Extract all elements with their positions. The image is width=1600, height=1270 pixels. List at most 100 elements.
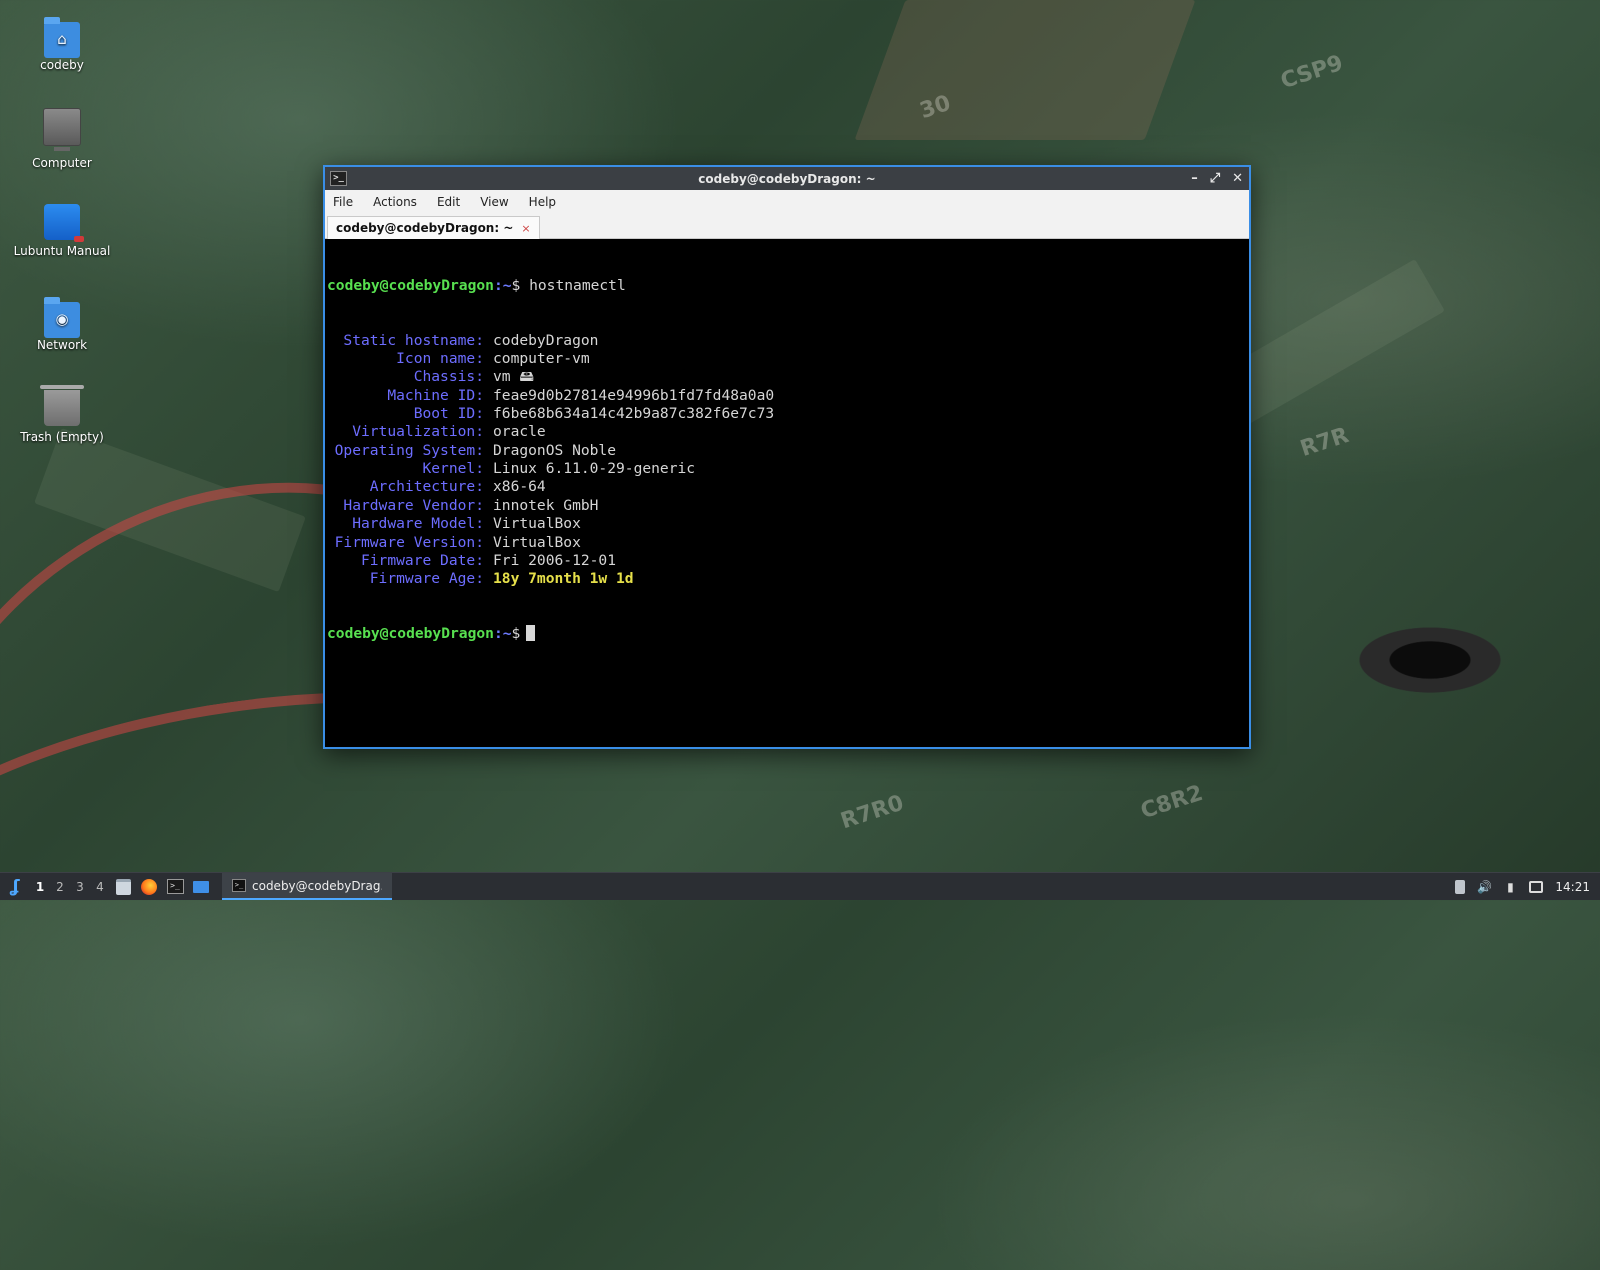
output-row: Boot ID: f6be68b634a14c42b9a87c382f6e7c73	[327, 405, 1249, 423]
window-title: codeby@codebyDragon: ~	[698, 171, 876, 186]
output-row: Firmware Version: VirtualBox	[327, 534, 1249, 552]
output-key: Firmware Age:	[369, 570, 484, 588]
desktop-icon-label: codeby	[40, 58, 84, 72]
firefox-launcher[interactable]	[138, 877, 160, 897]
output-row: Architecture: x86-64	[327, 478, 1249, 496]
menu-view[interactable]: View	[478, 193, 510, 211]
output-value: 18y 7month 1w 1d	[493, 570, 634, 588]
output-value: innotek GmbH	[493, 496, 599, 514]
menu-edit[interactable]: Edit	[435, 193, 462, 211]
prompt-symbol: $	[511, 276, 521, 294]
output-value: codebyDragon	[493, 331, 599, 349]
output-key: Firmware Version:	[334, 533, 484, 551]
show-desktop-launcher[interactable]	[190, 877, 212, 897]
trash-icon	[40, 385, 84, 426]
prompt-path: :~	[493, 276, 512, 294]
menu-help[interactable]: Help	[527, 193, 558, 211]
desktop-icon-computer[interactable]: Computer	[12, 108, 112, 170]
file-manager-icon	[115, 878, 131, 895]
output-value: VirtualBox	[493, 533, 581, 551]
output-value: oracle	[493, 423, 546, 441]
output-rows: Static hostname: codebyDragon Icon name: co…	[327, 332, 1249, 589]
output-value: x86-64	[493, 478, 546, 496]
workspace-3[interactable]: 3	[70, 880, 90, 894]
desktop-icon-manual[interactable]: Lubuntu Manual	[12, 204, 112, 258]
output-row: Kernel: Linux 6.11.0-29-generic	[327, 460, 1249, 478]
clock[interactable]: 14:21	[1555, 880, 1590, 894]
output-value: Fri 2006-12-01	[493, 551, 617, 569]
terminal-icon: >_	[232, 879, 246, 892]
menu-file[interactable]: File	[331, 193, 355, 211]
maximize-button[interactable]: ⤢	[1210, 171, 1220, 186]
menu-actions[interactable]: Actions	[371, 193, 419, 211]
output-key: Hardware Model:	[352, 515, 484, 533]
output-key: Machine ID:	[387, 386, 484, 404]
firefox-icon	[141, 878, 157, 895]
output-value: feae9d0b27814e94996b1fd7fd48a0a0	[493, 386, 775, 404]
output-key: Architecture:	[369, 478, 484, 496]
prompt-line: codeby@codebyDragon:~$	[327, 625, 1249, 643]
taskbar-window-button[interactable]: >_ codeby@codebyDrag...	[222, 873, 392, 900]
desktop-icon-trash[interactable]: Trash (Empty)	[12, 385, 112, 444]
output-key: Boot ID:	[413, 405, 484, 423]
network-folder-icon: ◉	[44, 297, 80, 338]
tab-bar: codeby@codebyDragon: ~ ×	[325, 214, 1249, 239]
desktop-icon	[193, 880, 209, 893]
minimize-button[interactable]: –	[1191, 171, 1198, 186]
computer-icon	[43, 108, 81, 151]
output-key: Icon name:	[396, 350, 484, 368]
output-row: Chassis: vm 🖴	[327, 368, 1249, 386]
network-icon[interactable]	[1529, 880, 1544, 893]
output-value: computer-vm	[493, 350, 590, 368]
output-key: Firmware Date:	[360, 551, 484, 569]
output-row: Firmware Date: Fri 2006-12-01	[327, 552, 1249, 570]
desktop-icon-label: Computer	[32, 156, 92, 170]
battery-icon[interactable]	[1455, 879, 1466, 894]
window-titlebar[interactable]: >_ codeby@codebyDragon: ~ – ⤢ ✕	[325, 167, 1249, 190]
tab-close-icon[interactable]: ×	[521, 222, 530, 235]
file-manager-launcher[interactable]	[112, 877, 134, 897]
output-value: vm 🖴	[493, 368, 535, 386]
menu-bar: File Actions Edit View Help	[325, 190, 1249, 214]
output-value: VirtualBox	[493, 515, 581, 533]
output-row: Icon name: computer-vm	[327, 350, 1249, 368]
manual-icon	[44, 204, 84, 242]
output-key: Virtualization:	[352, 423, 484, 441]
prompt-user: codeby@codebyDragon	[327, 625, 494, 643]
home-folder-icon: ⌂	[44, 17, 80, 58]
terminal-icon: >_	[330, 171, 347, 186]
output-row: Machine ID: feae9d0b27814e94996b1fd7fd48a…	[327, 387, 1249, 405]
workspace-2[interactable]: 2	[50, 880, 70, 894]
desktop-icon-label: Lubuntu Manual	[13, 244, 111, 258]
terminal-output[interactable]: codeby@codebyDragon:~$ hostnamectl Stati…	[325, 239, 1249, 747]
output-row: Hardware Model: VirtualBox	[327, 515, 1249, 533]
output-key: Chassis:	[413, 368, 484, 386]
clipboard-icon[interactable]: ▮	[1503, 880, 1517, 894]
workspace-1[interactable]: 1	[30, 880, 50, 894]
output-row: Virtualization: oracle	[327, 423, 1249, 441]
system-tray: 🔊 ▮ 14:21	[1455, 879, 1600, 894]
output-key: Hardware Vendor:	[343, 496, 484, 514]
tab-label: codeby@codebyDragon: ~	[336, 221, 514, 235]
output-key: Static hostname:	[343, 331, 484, 349]
terminal-launcher[interactable]: >_	[164, 877, 186, 897]
close-button[interactable]: ✕	[1232, 171, 1243, 186]
prompt-symbol: $	[511, 625, 521, 643]
tab-terminal[interactable]: codeby@codebyDragon: ~ ×	[327, 216, 540, 239]
output-key: Operating System:	[334, 441, 484, 459]
output-value: f6be68b634a14c42b9a87c382f6e7c73	[493, 405, 775, 423]
prompt-path: :~	[493, 625, 512, 643]
terminal-window[interactable]: >_ codeby@codebyDragon: ~ – ⤢ ✕ File Act…	[323, 165, 1251, 749]
desktop-icon-home[interactable]: ⌂ codeby	[12, 17, 112, 72]
desktop-icon-label: Trash (Empty)	[20, 430, 104, 444]
desktop-icon-label: Network	[36, 338, 88, 352]
volume-icon[interactable]: 🔊	[1477, 880, 1492, 894]
command-text: hostnamectl	[529, 276, 626, 294]
desktop-icon-network[interactable]: ◉ Network	[12, 297, 112, 352]
output-row: Static hostname: codebyDragon	[327, 332, 1249, 350]
start-menu-icon[interactable]: ʆ	[4, 876, 26, 898]
output-value: DragonOS Noble	[493, 441, 617, 459]
workspace-4[interactable]: 4	[90, 880, 110, 894]
output-row: Hardware Vendor: innotek GmbH	[327, 497, 1249, 515]
taskbar-window-label: codeby@codebyDrag...	[252, 878, 382, 893]
